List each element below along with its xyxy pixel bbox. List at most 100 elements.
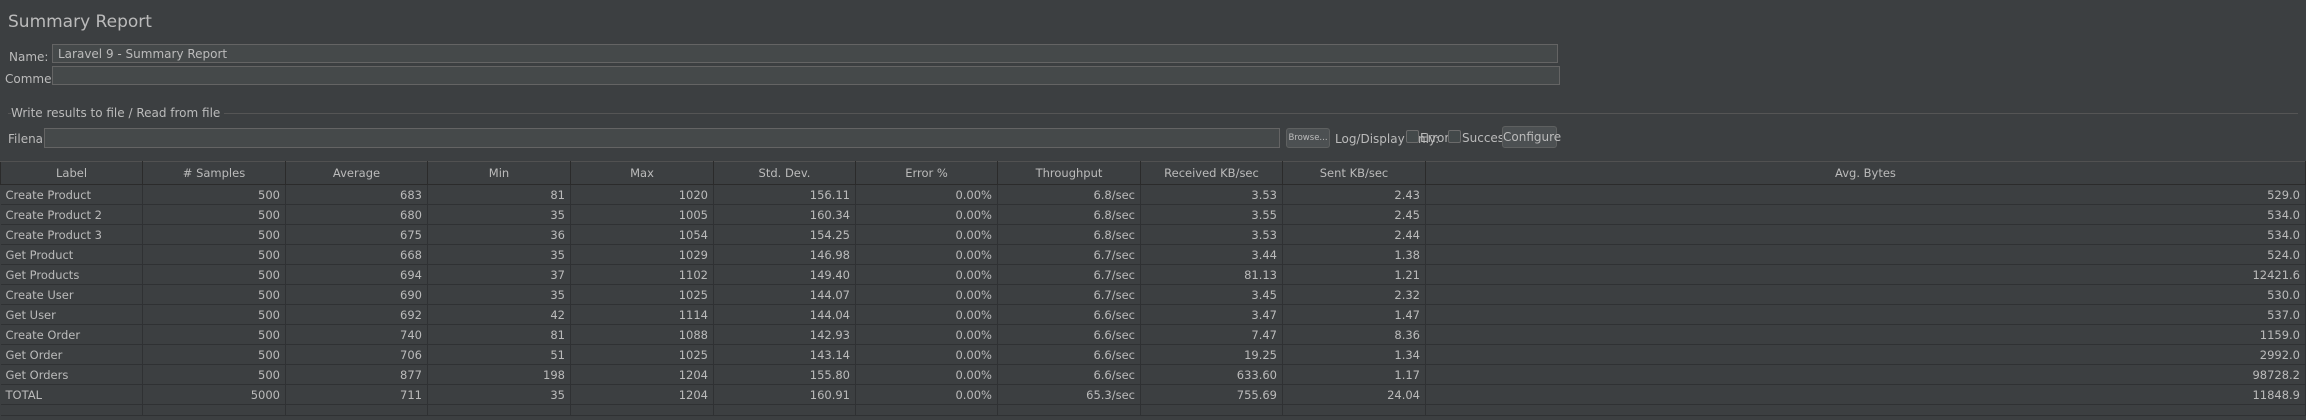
column-header-std-dev[interactable]: Std. Dev. [713,161,856,185]
table-cell: 1204 [570,364,714,385]
summary-report-panel: Summary Report Name: Comments: Write res… [0,0,2306,420]
table-cell: 500 [142,304,286,325]
table-cell: 500 [142,344,286,365]
table-row[interactable]: Create Product 500 683 81 1020 156.11 0.00% 6.8… [0,184,2306,205]
table-cell: 633.60 [1140,364,1283,385]
table-cell: 0.00% [855,324,998,345]
column-header-max[interactable]: Max [570,161,714,185]
column-header-label[interactable]: Label [0,161,143,185]
table-row[interactable]: Create Product 3 500 675 36 1054 154.25 0.00% 6… [0,224,2306,245]
errors-checkbox[interactable] [1406,130,1419,143]
table-cell: 6.6/sec [997,364,1141,385]
table-cell: Create Product 3 [0,224,143,245]
table-cell: 1204 [570,384,714,405]
table-cell: 160.91 [713,384,856,405]
table-cell: 1.34 [1282,344,1426,365]
table-cell: 694 [285,264,428,285]
filename-input[interactable] [44,128,1280,148]
table-cell: 1088 [570,324,714,345]
column-header-received-kb[interactable]: Received KB/sec [1140,161,1283,185]
successes-checkbox[interactable] [1448,130,1461,143]
table-cell: 877 [285,364,428,385]
table-cell: 1005 [570,204,714,225]
table-cell: 1.21 [1282,264,1426,285]
table-cell: 35 [427,204,571,225]
table-cell: 156.11 [713,184,856,205]
table-empty-cell [997,404,1141,416]
table-cell: 7.47 [1140,324,1283,345]
table-cell: 35 [427,284,571,305]
table-row[interactable]: Create User 500 690 35 1025 144.07 0.00% 6.7/se… [0,284,2306,305]
table-cell: 529.0 [1425,184,2306,205]
table-row[interactable]: Get Products 500 694 37 1102 149.40 0.00% 6.7/s… [0,264,2306,285]
table-cell: 6.7/sec [997,264,1141,285]
table-cell: Create User [0,284,143,305]
table-cell: 706 [285,344,428,365]
column-header-avg-bytes[interactable]: Avg. Bytes [1425,161,2306,185]
table-cell: 2992.0 [1425,344,2306,365]
table-cell: 51 [427,344,571,365]
file-group-title: Write results to file / Read from file [11,106,225,120]
table-cell: 500 [142,264,286,285]
table-cell: 0.00% [855,224,998,245]
column-header-error-percent[interactable]: Error % [855,161,998,185]
table-cell: 81 [427,324,571,345]
table-cell: Get Product [0,244,143,265]
table-cell: 24.04 [1282,384,1426,405]
column-header-average[interactable]: Average [285,161,428,185]
table-cell: 3.44 [1140,244,1283,265]
table-body: Create Product 500 683 81 1020 156.11 0.00% 6.8… [0,184,2306,416]
table-cell: 1.47 [1282,304,1426,325]
table-empty-cell [713,404,856,416]
comments-input[interactable] [52,66,1560,85]
table-empty-cell [1425,404,2306,416]
page-title: Summary Report [8,12,152,32]
table-cell: 2.43 [1282,184,1426,205]
table-cell: 6.6/sec [997,324,1141,345]
table-row[interactable]: Get Order 500 706 51 1025 143.14 0.00% 6.6/sec 1… [0,344,2306,365]
table-row[interactable]: Create Product 2 500 680 35 1005 160.34 0.00% 6… [0,204,2306,225]
browse-button[interactable]: Browse... [1286,128,1330,148]
table-cell: 19.25 [1140,344,1283,365]
table-cell: 500 [142,204,286,225]
table-row[interactable]: Get Product 500 668 35 1029 146.98 0.00% 6.7/se… [0,244,2306,265]
configure-button[interactable]: Configure [1502,126,1561,148]
table-row[interactable]: Create Order 500 740 81 1088 142.93 0.00% 6.6/s… [0,324,2306,345]
table-cell: 36 [427,224,571,245]
table-cell: 146.98 [713,244,856,265]
table-row[interactable]: Get Orders 500 877 198 1204 155.80 0.00% 6.6/se… [0,364,2306,385]
table-cell: 0.00% [855,204,998,225]
column-header-min[interactable]: Min [427,161,571,185]
table-cell: 0.00% [855,364,998,385]
results-table: Label # Samples Average Min Max Std. Dev… [0,161,2306,416]
table-cell: 37 [427,264,571,285]
table-empty-cell [427,404,571,416]
table-cell: 1.38 [1282,244,1426,265]
column-header-throughput[interactable]: Throughput [997,161,1141,185]
table-cell: Get User [0,304,143,325]
table-cell: 149.40 [713,264,856,285]
table-cell: 98728.2 [1425,364,2306,385]
table-cell: 692 [285,304,428,325]
table-empty-cell [285,404,428,416]
table-cell: 2.44 [1282,224,1426,245]
table-cell: 8.36 [1282,324,1426,345]
table-cell: 5000 [142,384,286,405]
table-cell: 530.0 [1425,284,2306,305]
table-cell: 1025 [570,344,714,365]
table-cell: 6.7/sec [997,244,1141,265]
table-row[interactable]: Get User 500 692 42 1114 144.04 0.00% 6.6/sec 3.… [0,304,2306,325]
name-input[interactable] [52,44,1558,63]
table-header-row: Label # Samples Average Min Max Std. Dev… [0,161,2306,185]
table-cell: Get Orders [0,364,143,385]
column-header-samples[interactable]: # Samples [142,161,286,185]
table-cell: 155.80 [713,364,856,385]
table-cell: 500 [142,364,286,385]
table-cell: 500 [142,244,286,265]
column-header-sent-kb[interactable]: Sent KB/sec [1282,161,1426,185]
table-total-row[interactable]: TOTAL 5000 711 35 1204 160.91 0.00% 65.3/sec 755… [0,384,2306,405]
table-cell: 3.55 [1140,204,1283,225]
table-cell: 675 [285,224,428,245]
table-cell: 1020 [570,184,714,205]
table-cell: 0.00% [855,304,998,325]
